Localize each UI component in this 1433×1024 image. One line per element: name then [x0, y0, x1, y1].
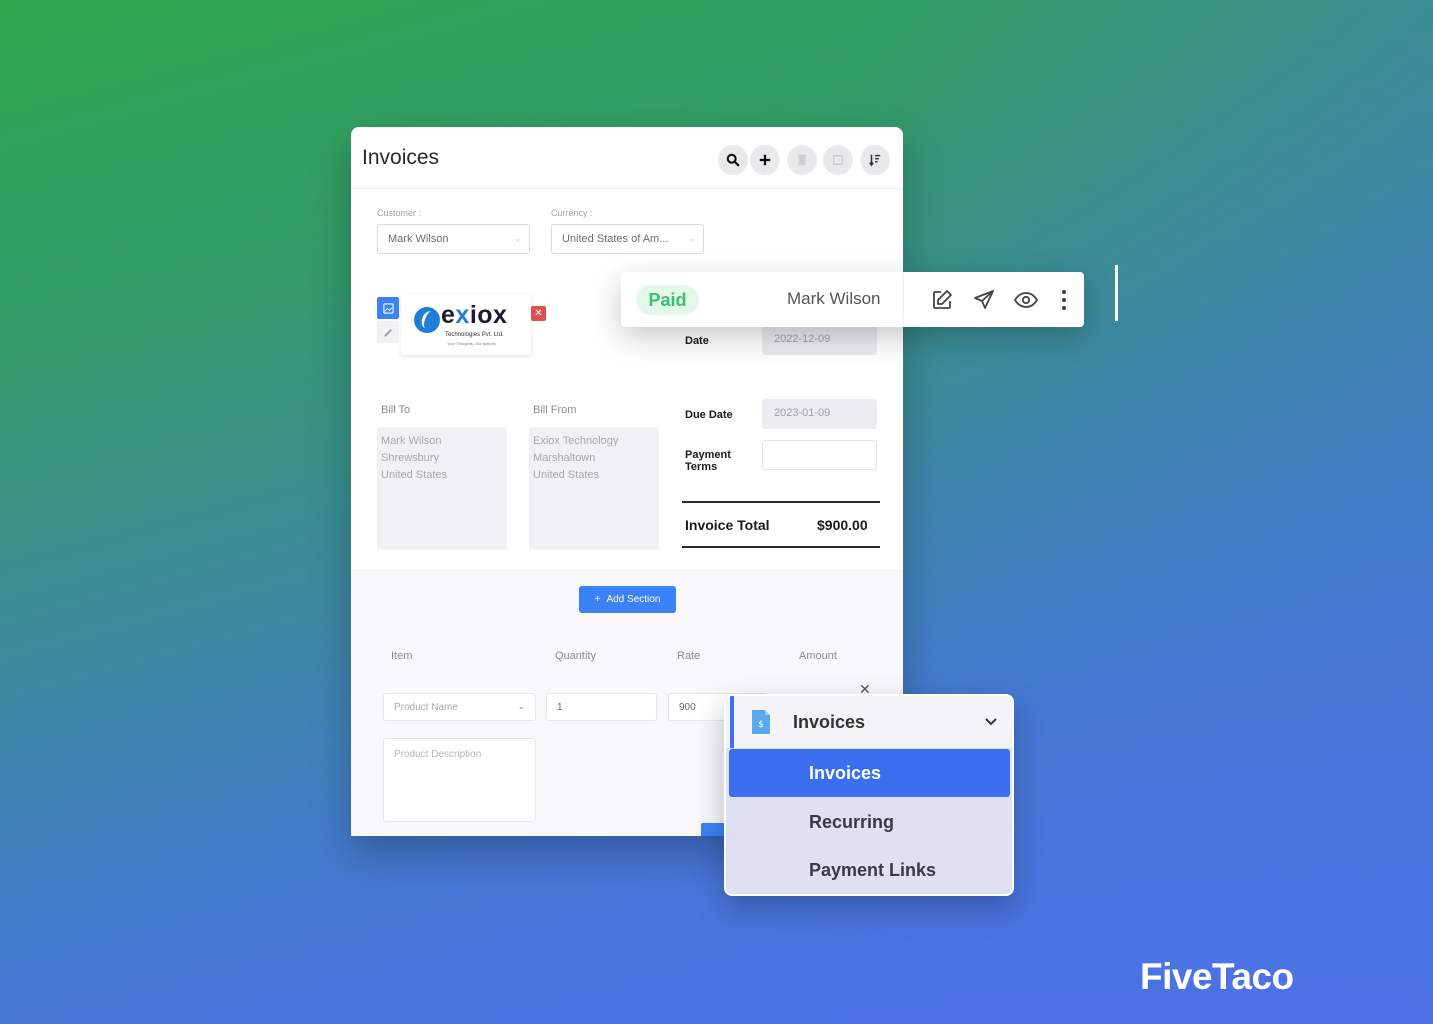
customer-label: Customer :: [377, 208, 422, 218]
bill-to-field[interactable]: Mark Wilson Shrewsbury United States: [377, 427, 507, 550]
total-divider-bottom: [682, 546, 880, 548]
chevron-down-icon: ⌄: [517, 701, 525, 711]
column-header-item: Item: [391, 650, 413, 662]
add-button[interactable]: [750, 145, 780, 175]
product-name-placeholder: Product Name: [394, 702, 458, 713]
close-icon: ✕: [534, 308, 543, 319]
currency-label: Currency :: [551, 208, 593, 218]
invoice-customer-name: Mark Wilson: [787, 289, 881, 308]
svg-text:$: $: [758, 720, 764, 730]
add-section-button[interactable]: + Add Section: [579, 586, 676, 613]
logo-mark-icon: [414, 307, 440, 333]
chevron-down-icon: ⌄: [514, 234, 521, 243]
send-button[interactable]: [971, 287, 997, 313]
bill-to-label: Bill To: [381, 404, 411, 416]
chevron-down-icon: [985, 718, 997, 726]
bill-to-line: Mark Wilson: [381, 435, 442, 447]
edit-button[interactable]: [929, 287, 955, 313]
payment-terms-label-line: Terms: [685, 461, 718, 473]
status-badge: Paid: [636, 285, 699, 315]
payment-terms-label: Payment Terms: [685, 449, 731, 473]
send-icon: [974, 290, 994, 309]
logo-tagline: Your Thoughts, Our Actions: [447, 341, 496, 346]
quantity-input[interactable]: 1: [546, 693, 657, 721]
logo-wordmark-accent: x: [455, 301, 470, 329]
checkbox-icon: [833, 155, 843, 165]
product-name-select[interactable]: Product Name ⌄: [383, 693, 536, 721]
more-options-button[interactable]: [1051, 287, 1077, 313]
column-header-amount: Amount: [799, 650, 837, 662]
search-icon: [726, 153, 740, 167]
select-all-button[interactable]: [823, 145, 853, 175]
invoice-list-row[interactable]: Paid Mark Wilson: [621, 272, 1084, 327]
sort-icon: [869, 154, 881, 167]
product-description-input[interactable]: Product Description: [383, 738, 536, 822]
bill-to-line: United States: [381, 469, 448, 481]
remove-logo-button[interactable]: ✕: [531, 306, 546, 321]
more-vertical-icon: [1062, 290, 1066, 310]
edit-logo-button[interactable]: [377, 321, 399, 343]
plus-icon: +: [594, 594, 601, 605]
menu-item-invoices[interactable]: Invoices: [729, 749, 1010, 797]
divider: [903, 272, 904, 327]
bill-from-field[interactable]: Exiox Technology Marshaltown United Stat…: [529, 427, 659, 550]
date-field[interactable]: 2022-12-09: [762, 325, 877, 355]
edit-icon: [933, 290, 952, 309]
payment-terms-label-line: Payment: [685, 449, 731, 461]
payment-terms-field[interactable]: [762, 440, 877, 470]
menu-header[interactable]: $ Invoices: [726, 696, 1012, 748]
due-date-label: Due Date: [685, 409, 733, 421]
column-header-quantity: Quantity: [555, 650, 596, 662]
bill-from-line: United States: [533, 469, 600, 481]
page-title: Invoices: [362, 146, 440, 169]
upload-logo-button[interactable]: [377, 297, 399, 319]
add-section-label: Add Section: [606, 594, 661, 605]
image-icon: [382, 302, 394, 314]
currency-value: United States of Am...: [562, 233, 669, 245]
bill-from-label: Bill From: [533, 404, 577, 416]
company-logo: exiox Technologies Pvt. Ltd. Your Though…: [401, 295, 531, 355]
menu-item-payment-links[interactable]: Payment Links: [729, 846, 1010, 894]
trash-icon: [797, 154, 807, 166]
bill-from-line: Exiox Technology: [533, 435, 619, 447]
logo-wordmark: exiox: [441, 301, 508, 329]
bill-from-line: Marshaltown: [533, 452, 596, 464]
column-header-rate: Rate: [677, 650, 701, 662]
customer-value: Mark Wilson: [388, 233, 449, 245]
date-label: Date: [685, 335, 709, 347]
menu-header-label: Invoices: [793, 712, 866, 732]
plus-icon: [759, 154, 771, 166]
invoices-nav-menu: $ Invoices Invoices Recurring Payment Li…: [724, 694, 1014, 896]
bill-to-line: Shrewsbury: [381, 452, 440, 464]
sort-button[interactable]: [860, 145, 890, 175]
logo-subtitle: Technologies Pvt. Ltd.: [445, 332, 504, 338]
text-cursor: [1115, 265, 1118, 321]
customer-select[interactable]: Mark Wilson ⌄: [377, 224, 530, 254]
pencil-icon: [383, 328, 392, 337]
currency-select[interactable]: United States of Am... ⌄: [551, 224, 704, 254]
card-header: Invoices: [351, 127, 903, 189]
total-divider-top: [682, 501, 880, 503]
chevron-down-icon: ⌄: [688, 234, 695, 243]
due-date-field[interactable]: 2023-01-09: [762, 399, 877, 429]
menu-accent-bar: [730, 696, 734, 748]
brand-logo: FiveTaco: [1140, 956, 1294, 997]
search-button[interactable]: [718, 145, 748, 175]
invoice-total-value: $900.00: [817, 517, 868, 533]
invoice-document-icon: $: [752, 710, 770, 734]
delete-button[interactable]: [787, 145, 817, 175]
view-button[interactable]: [1013, 287, 1039, 313]
menu-item-recurring[interactable]: Recurring: [729, 798, 1010, 846]
eye-icon: [1013, 292, 1039, 308]
invoice-total-label: Invoice Total: [685, 517, 770, 533]
